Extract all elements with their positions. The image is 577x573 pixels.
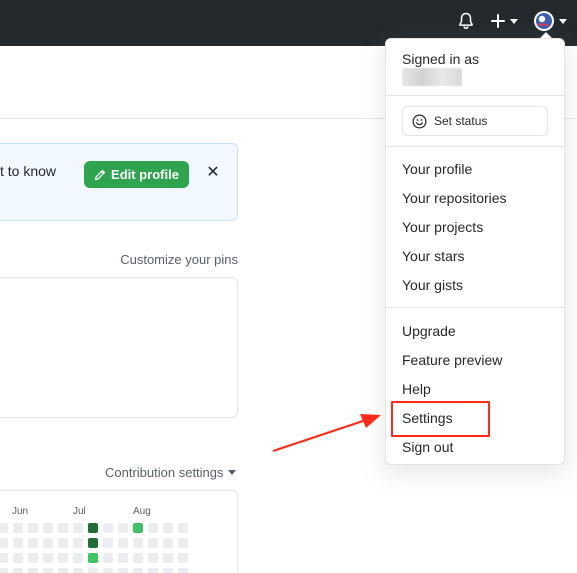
annotation-arrow-icon	[272, 414, 381, 453]
